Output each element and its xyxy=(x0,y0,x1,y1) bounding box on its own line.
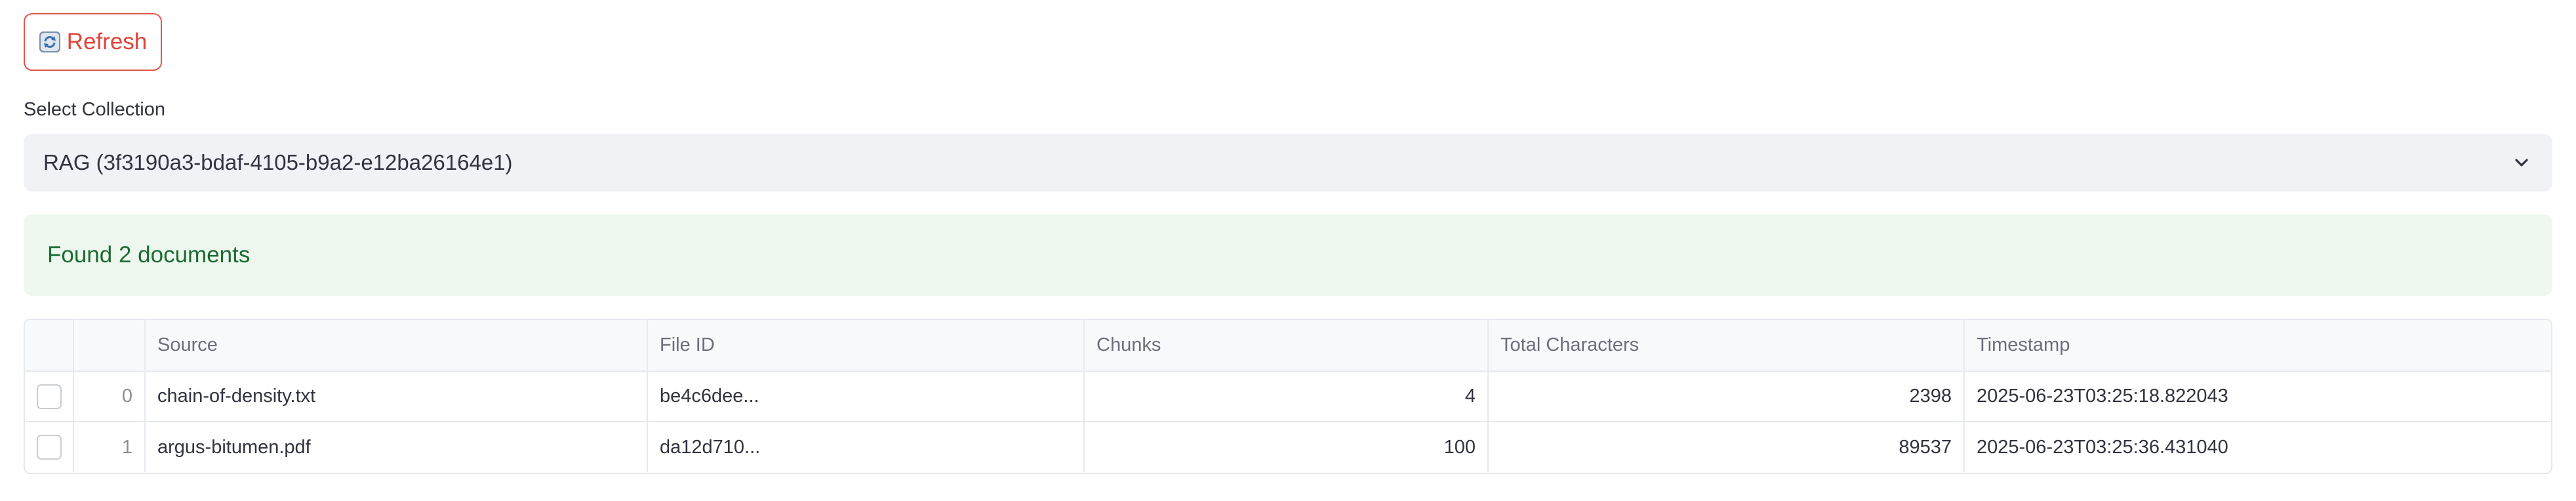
select-collection-label: Select Collection xyxy=(24,99,165,120)
chevron-down-icon xyxy=(2510,151,2533,174)
refresh-label: Refresh xyxy=(66,29,148,54)
cell-chunks[interactable]: 4 xyxy=(1084,371,1489,422)
cell-timestamp[interactable]: 2025-06-23T03:25:36.431040 xyxy=(1964,422,2551,472)
cell-file-id[interactable]: be4c6dee... xyxy=(647,371,1085,422)
column-header-timestamp[interactable]: Timestamp xyxy=(1964,320,2551,372)
column-header-file-id[interactable]: File ID xyxy=(647,320,1085,372)
row-select-checkbox[interactable] xyxy=(36,384,62,409)
column-header-chunks[interactable]: Chunks xyxy=(1084,320,1489,372)
row-select-cell xyxy=(25,371,74,422)
status-alert: Found 2 documents xyxy=(24,214,2552,296)
table-row[interactable]: 1 argus-bitumen.pdf da12d710... 100 8953… xyxy=(25,422,2551,472)
row-select-checkbox[interactable] xyxy=(36,435,62,460)
cell-timestamp[interactable]: 2025-06-23T03:25:18.822043 xyxy=(1964,371,2551,422)
cell-source[interactable]: chain-of-density.txt xyxy=(145,371,648,422)
collection-select-value: RAG (3f3190a3-bdaf-4105-b9a2-e12ba26164e… xyxy=(43,150,513,174)
index-column-header xyxy=(73,320,146,372)
column-header-total-characters[interactable]: Total Characters xyxy=(1488,320,1965,372)
row-index: 1 xyxy=(73,422,146,472)
row-select-cell xyxy=(25,422,74,472)
refresh-button[interactable]: Refresh xyxy=(24,13,162,71)
select-column-header xyxy=(25,320,74,372)
documents-table: Source File ID Chunks Total Characters T… xyxy=(24,319,2552,474)
cell-total-characters[interactable]: 89537 xyxy=(1488,422,1965,472)
table-header-row: Source File ID Chunks Total Characters T… xyxy=(25,320,2551,372)
status-message: Found 2 documents xyxy=(47,242,251,268)
collection-select[interactable]: RAG (3f3190a3-bdaf-4105-b9a2-e12ba26164e… xyxy=(24,134,2552,191)
table-row[interactable]: 0 chain-of-density.txt be4c6dee... 4 239… xyxy=(25,371,2551,422)
cell-file-id[interactable]: da12d710... xyxy=(647,422,1085,472)
refresh-icon xyxy=(39,31,61,53)
cell-chunks[interactable]: 100 xyxy=(1084,422,1489,472)
row-index: 0 xyxy=(73,371,146,422)
cell-total-characters[interactable]: 2398 xyxy=(1488,371,1965,422)
cell-source[interactable]: argus-bitumen.pdf xyxy=(145,422,648,472)
column-header-source[interactable]: Source xyxy=(145,320,648,372)
